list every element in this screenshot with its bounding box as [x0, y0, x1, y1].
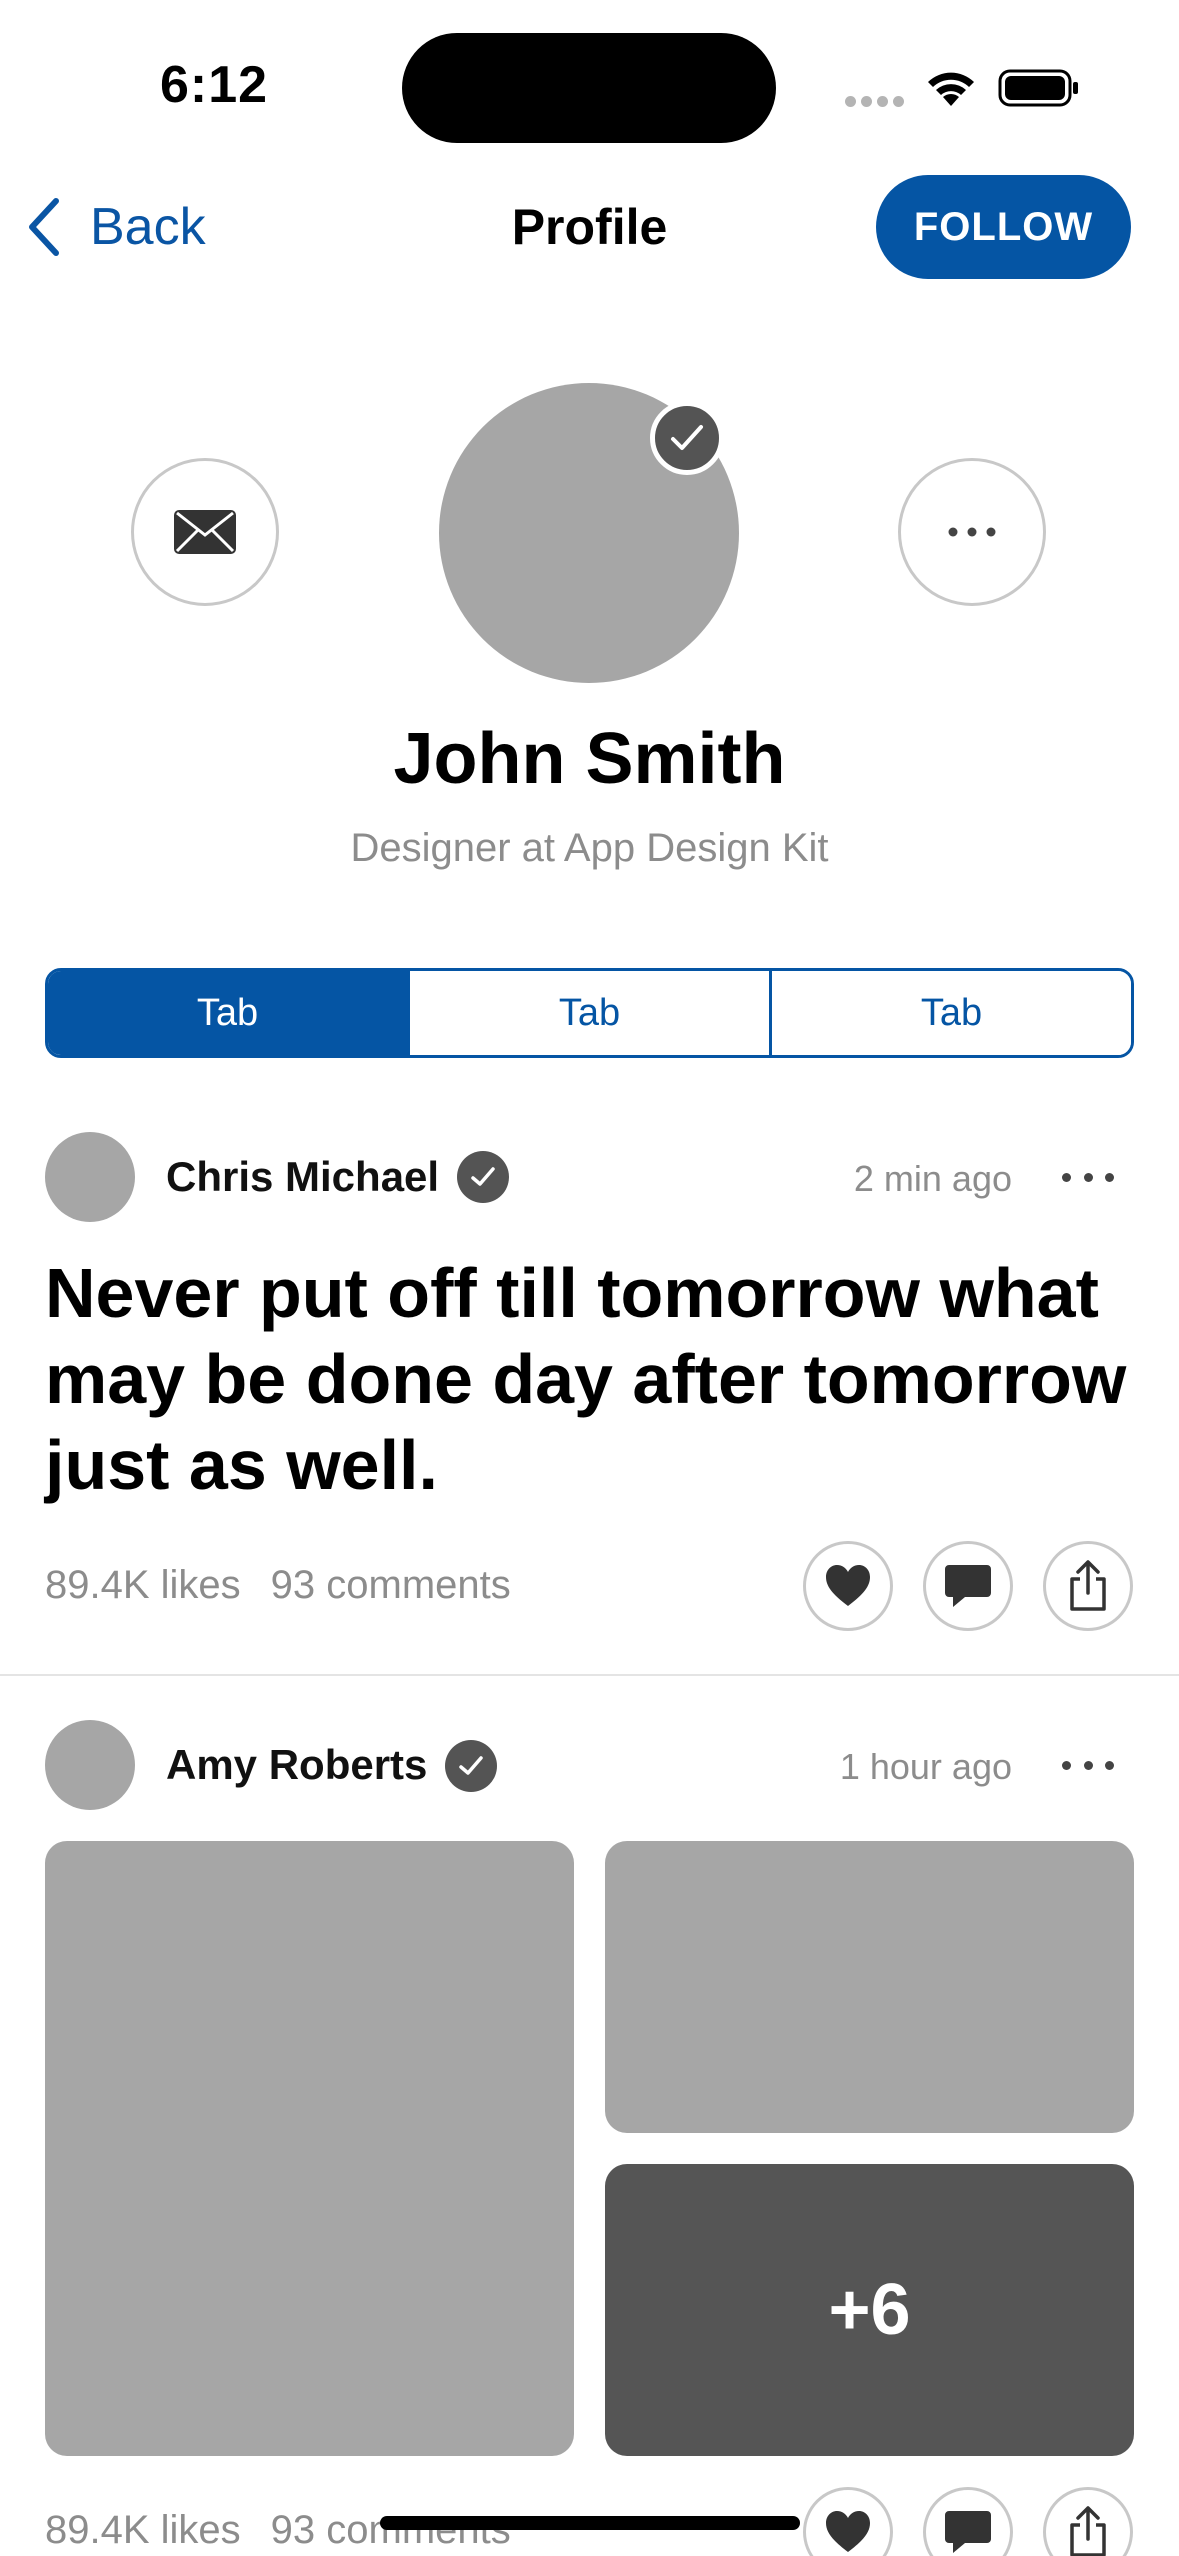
comment-icon [945, 2511, 991, 2553]
author-avatar[interactable] [45, 1720, 135, 1810]
heart-icon [826, 1565, 870, 1606]
status-time: 6:12 [160, 56, 269, 114]
post-stats: 89.4K likes 93 comments [45, 1563, 511, 1608]
checkmark-icon [471, 1167, 495, 1186]
share-icon [1070, 2506, 1106, 2556]
profile-subtitle: Designer at App Design Kit [350, 826, 829, 870]
more-photos-tile[interactable]: +6 [605, 2164, 1134, 2456]
comment-button[interactable] [923, 1541, 1013, 1631]
comment-button[interactable] [923, 2487, 1013, 2556]
more-photos-count: +6 [828, 2270, 911, 2350]
post-stats: 89.4K likes 93 comments [45, 2508, 511, 2553]
message-button[interactable] [131, 458, 279, 606]
likes-count[interactable]: 89.4K likes [45, 2508, 241, 2552]
more-options-button[interactable] [898, 458, 1046, 606]
tab-1[interactable]: Tab [48, 971, 407, 1055]
battery-icon [998, 69, 1078, 107]
checkmark-icon [459, 1756, 483, 1775]
verified-badge [457, 1151, 509, 1203]
like-button[interactable] [803, 1541, 893, 1631]
author-name[interactable]: Amy Roberts [166, 1741, 427, 1789]
segmented-tabs: Tab Tab Tab [45, 968, 1134, 1058]
heart-icon [826, 2511, 870, 2552]
post-photo[interactable] [605, 1841, 1134, 2133]
mail-icon [174, 510, 236, 554]
post-more-icon[interactable] [1058, 1157, 1118, 1197]
cellular-signal-icon [845, 96, 904, 107]
likes-count[interactable]: 89.4K likes [45, 1563, 241, 1607]
chevron-left-icon [29, 198, 59, 256]
comment-icon [945, 1565, 991, 1607]
comments-count[interactable]: 93 comments [271, 1563, 511, 1607]
share-icon [1070, 1560, 1106, 1611]
post-text: Never put off till tomorrow what may be … [45, 1254, 1127, 1504]
post-photo[interactable] [45, 1841, 574, 2456]
divider [0, 1674, 1179, 1676]
checkmark-icon [671, 425, 703, 450]
post-time: 2 min ago [853, 1158, 1012, 1199]
author-name[interactable]: Chris Michael [166, 1153, 439, 1201]
dynamic-island [402, 33, 776, 143]
follow-button[interactable]: FOLLOW [876, 175, 1131, 279]
like-button[interactable] [803, 2487, 893, 2556]
post-more-icon[interactable] [1058, 1745, 1118, 1785]
profile-name: John Smith [393, 719, 786, 799]
tab-2[interactable]: Tab [407, 971, 769, 1055]
ellipsis-icon [948, 527, 996, 537]
share-button[interactable] [1043, 2487, 1133, 2556]
verified-badge [445, 1740, 497, 1792]
home-indicator[interactable] [380, 2516, 800, 2530]
share-button[interactable] [1043, 1541, 1133, 1631]
wifi-icon [928, 72, 974, 106]
back-button[interactable]: Back [24, 195, 206, 259]
verified-badge [650, 401, 724, 475]
tab-3[interactable]: Tab [769, 971, 1131, 1055]
post-time: 1 hour ago [839, 1746, 1012, 1787]
comments-count[interactable]: 93 comments [271, 2508, 511, 2552]
back-label: Back [90, 198, 206, 256]
author-avatar[interactable] [45, 1132, 135, 1222]
